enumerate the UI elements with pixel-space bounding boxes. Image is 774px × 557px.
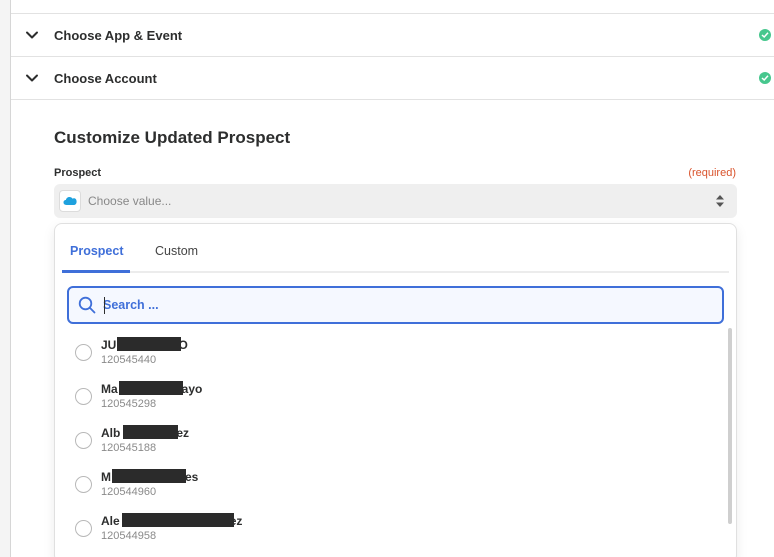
- radio-button[interactable]: [75, 388, 92, 405]
- editor-panel: Choose App & Event Choose Account Custom…: [10, 0, 774, 557]
- select-placeholder: Choose value...: [88, 194, 172, 208]
- sort-arrows-icon: [716, 195, 724, 207]
- step-title: Choose App & Event: [54, 27, 183, 43]
- required-indicator: (required): [688, 167, 736, 179]
- item-id: 120544958: [101, 530, 157, 542]
- list-item[interactable]: Ma ayo 120545298: [55, 376, 715, 420]
- item-name-end: es: [185, 470, 199, 484]
- step-choose-account[interactable]: Choose Account: [11, 57, 774, 100]
- item-id: 120545440: [101, 354, 157, 366]
- top-strip: [11, 0, 774, 14]
- dropdown-tabs: Prospect Custom: [62, 224, 729, 273]
- item-name-start: Ma: [101, 382, 118, 396]
- redaction-bar: [123, 425, 178, 439]
- list-item[interactable]: Alb ez 120545188: [55, 420, 715, 464]
- chevron-down-icon: [26, 74, 38, 82]
- redaction-bar: [117, 337, 181, 351]
- item-name-start: Ale: [101, 514, 120, 528]
- item-name-end: ayo: [181, 382, 203, 396]
- list-item[interactable]: Mes 120544960: [55, 464, 715, 508]
- step-title: Choose Account: [54, 70, 157, 86]
- tab-custom[interactable]: Custom: [155, 244, 198, 258]
- prospect-dropdown: Prospect Custom JUTO 120545440: [54, 223, 737, 557]
- item-id: 120544960: [101, 486, 157, 498]
- redaction-bar: [122, 513, 234, 527]
- text-caret: [104, 297, 105, 314]
- list-item[interactable]: Ale ez 120544958: [55, 508, 715, 552]
- scrollbar[interactable]: [728, 328, 732, 524]
- item-name-start: JU: [101, 338, 117, 352]
- field-label: Prospect: [54, 167, 102, 179]
- prospect-select[interactable]: Choose value...: [54, 184, 737, 218]
- radio-button[interactable]: [75, 344, 92, 361]
- list-item[interactable]: JUTO 120545440: [55, 332, 715, 376]
- step-choose-app-event[interactable]: Choose App & Event: [11, 14, 774, 57]
- radio-button[interactable]: [75, 520, 92, 537]
- item-name-start: M: [101, 470, 111, 484]
- section-title: Customize Updated Prospect: [54, 128, 291, 147]
- item-name-start: Alb: [101, 426, 121, 440]
- chevron-down-icon: [26, 31, 38, 39]
- item-name-end: ez: [176, 426, 190, 440]
- item-id: 120545298: [101, 398, 157, 410]
- radio-button[interactable]: [75, 432, 92, 449]
- search-input[interactable]: [103, 294, 703, 316]
- radio-button[interactable]: [75, 476, 92, 493]
- salesforce-cloud-icon: [59, 190, 81, 212]
- item-id: 120545188: [101, 442, 157, 454]
- tab-prospect[interactable]: Prospect: [70, 244, 124, 258]
- redaction-bar: [112, 469, 186, 483]
- check-circle-icon: [759, 72, 771, 84]
- check-circle-icon: [759, 29, 771, 41]
- redaction-bar: [119, 381, 183, 395]
- active-tab-indicator: [62, 270, 130, 273]
- search-box[interactable]: [67, 286, 724, 324]
- prospect-list: JUTO 120545440 Ma ayo 120545298 Alb ez: [55, 332, 720, 557]
- search-icon: [78, 296, 96, 314]
